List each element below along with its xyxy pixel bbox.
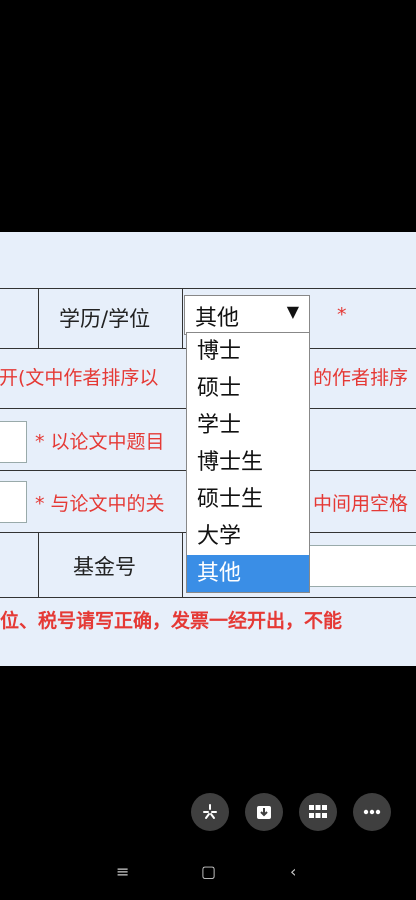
apps-grid-icon[interactable] — [299, 793, 337, 831]
degree-option-selected[interactable]: 其他 — [187, 555, 309, 592]
degree-option[interactable]: 博士 — [187, 333, 309, 370]
fund-label: 基金号 — [73, 555, 136, 579]
degree-option[interactable]: 硕士 — [187, 370, 309, 407]
degree-label-cell: 学历/学位 — [38, 288, 184, 350]
author-order-note-tail: 的作者排序 — [313, 367, 409, 389]
degree-select-value: 其他 — [195, 306, 240, 331]
degree-option[interactable]: 硕士生 — [187, 481, 309, 518]
invoice-warning: 位、税号请写正确，发票一经开出，不能 — [0, 610, 343, 632]
required-mark: * — [337, 304, 347, 326]
author-order-note: 开(文中作者排序以 — [0, 367, 159, 389]
chevron-down-icon: ▼ — [286, 302, 299, 321]
back-icon[interactable]: ‹ — [290, 862, 296, 881]
tools-icon[interactable] — [191, 793, 229, 831]
home-icon[interactable]: ▢ — [201, 862, 216, 881]
menu-icon[interactable]: ≡ — [116, 862, 129, 881]
title-note: * 以论文中题目 — [35, 431, 165, 453]
degree-dropdown: 博士 硕士 学士 博士生 硕士生 大学 其他 — [186, 332, 310, 593]
degree-option[interactable]: 大学 — [187, 518, 309, 555]
degree-option[interactable]: 博士生 — [187, 444, 309, 481]
form-sheet: 学历/学位 * 开(文中作者排序以 的作者排序 * 以论文中题目 * 与论文中的… — [0, 232, 416, 666]
table-cell — [0, 532, 40, 598]
title-input[interactable] — [0, 421, 27, 463]
keywords-input[interactable] — [0, 481, 27, 523]
degree-label: 学历/学位 — [59, 307, 151, 331]
more-icon[interactable] — [353, 793, 391, 831]
keywords-note-tail: 中间用空格 — [313, 493, 409, 515]
keywords-note: * 与论文中的关 — [35, 493, 165, 515]
fund-label-cell: 基金号 — [38, 532, 184, 598]
degree-option[interactable]: 学士 — [187, 407, 309, 444]
fund-input[interactable] — [307, 545, 416, 587]
download-icon[interactable] — [245, 793, 283, 831]
table-cell — [0, 288, 40, 350]
degree-select[interactable]: 其他 ▼ — [184, 295, 310, 335]
